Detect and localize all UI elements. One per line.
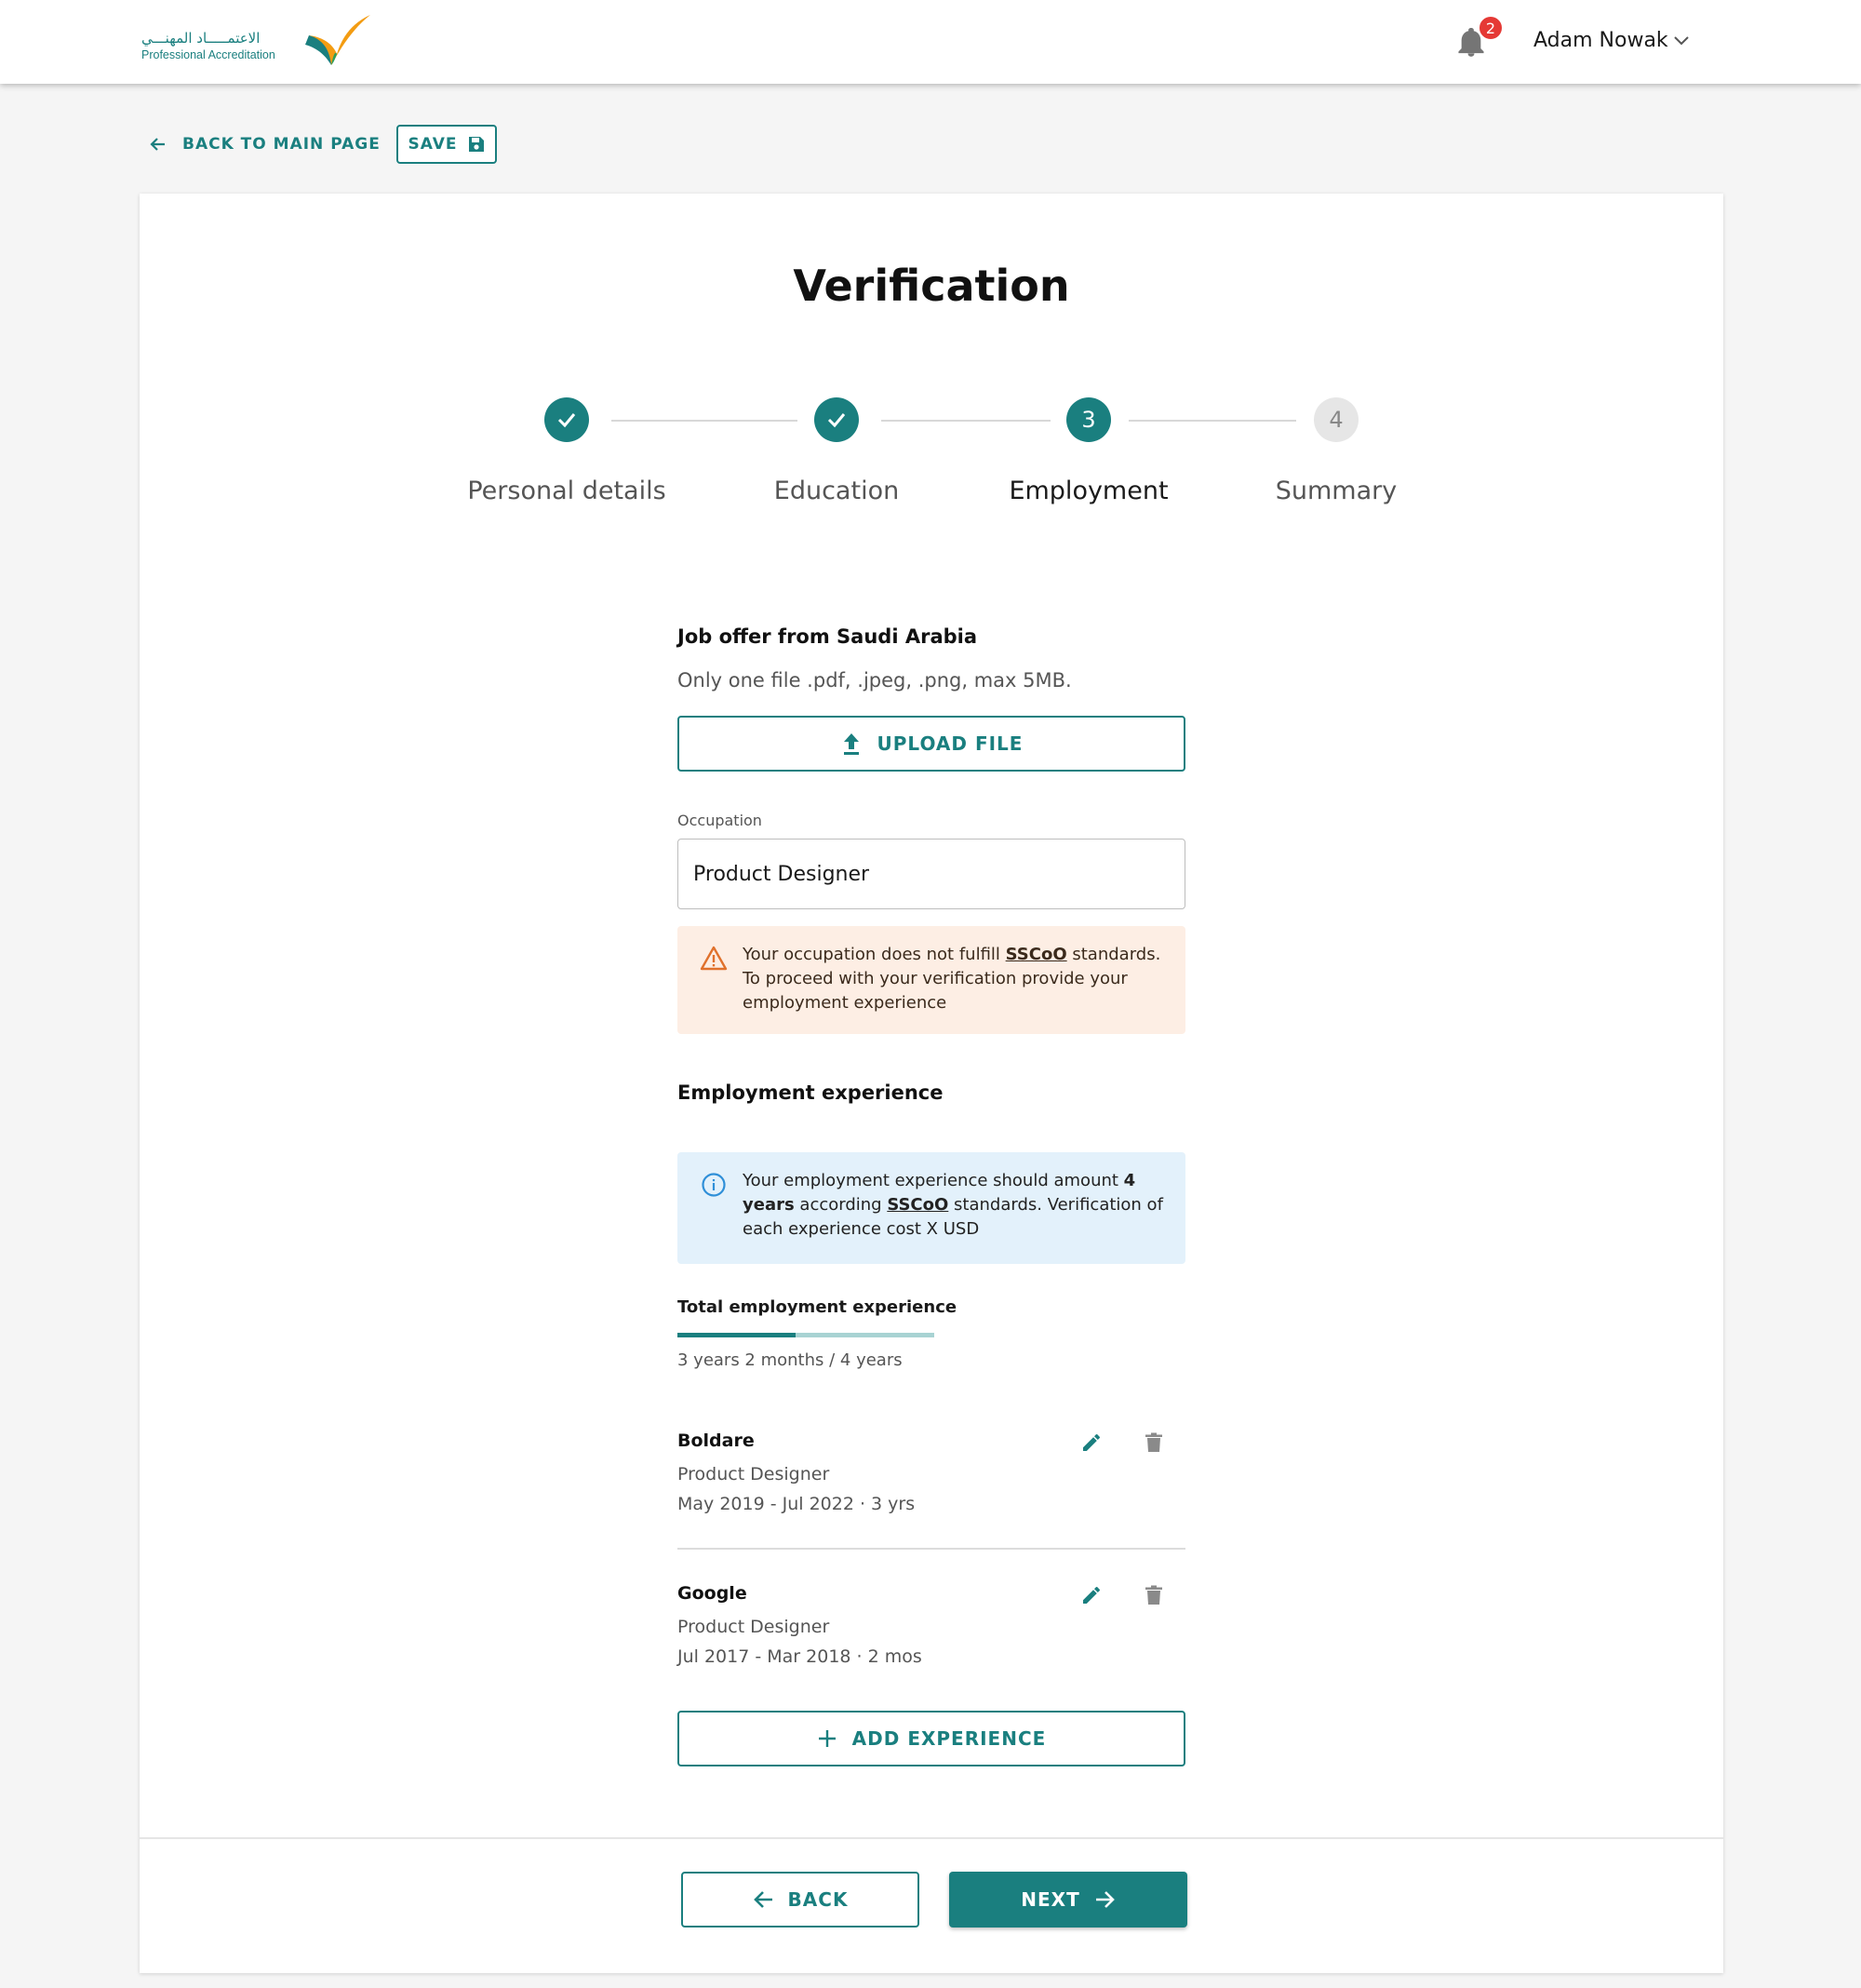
occupation-warning-text: Your occupation does not fulfill SSCoO s… — [743, 943, 1171, 1015]
step-3-active-indicator[interactable]: 3 — [1066, 397, 1111, 442]
arrow-right-icon — [1095, 1891, 1115, 1908]
employment-experience-title: Employment experience — [677, 1081, 944, 1104]
next-button[interactable]: NEXT — [949, 1872, 1187, 1928]
upload-file-button[interactable]: UPLOAD FILE — [677, 716, 1185, 772]
logo-bird-icon — [305, 15, 370, 65]
notification-count-badge: 2 — [1478, 15, 1504, 41]
total-experience-progress-fill — [677, 1333, 796, 1337]
verification-card: Verification 3 4 Personal details Educat… — [140, 194, 1723, 1973]
top-bar: الاعتمـــــاد المهنـــي Professional Acc… — [0, 0, 1861, 84]
save-button[interactable]: SAVE — [396, 125, 497, 164]
back-to-main-page-label: BACK TO MAIN PAGE — [182, 135, 381, 154]
experience-divider — [677, 1548, 1185, 1550]
occupation-label: Occupation — [677, 812, 762, 829]
upload-icon — [843, 733, 859, 755]
occupation-input[interactable]: Product Designer — [677, 839, 1185, 909]
info-text-mid: according — [794, 1195, 888, 1215]
step-2-done-indicator[interactable] — [814, 397, 859, 442]
experience-role: Product Designer — [677, 1617, 830, 1637]
delete-experience-button[interactable] — [1139, 1428, 1169, 1457]
logo-arabic-text: الاعتمـــــاد المهنـــي — [141, 30, 261, 47]
employment-info-text: Your employment experience should amount… — [743, 1169, 1171, 1242]
pencil-icon — [1083, 1434, 1100, 1451]
back-button[interactable]: BACK — [681, 1872, 919, 1928]
arrow-left-icon — [150, 138, 165, 151]
occupation-warning-alert: Your occupation does not fulfill SSCoO s… — [677, 926, 1185, 1034]
total-experience-value: 3 years 2 months / 4 years — [677, 1350, 903, 1370]
arrow-left-icon — [753, 1891, 772, 1908]
edit-experience-button[interactable] — [1077, 1580, 1106, 1610]
logo-english-text: Professional Accreditation — [141, 48, 275, 61]
experience-role: Product Designer — [677, 1464, 830, 1484]
job-offer-hint: Only one file .pdf, .jpeg, .png, max 5MB… — [677, 669, 1072, 692]
job-offer-title: Job offer from Saudi Arabia — [677, 625, 978, 648]
delete-experience-button[interactable] — [1139, 1580, 1169, 1610]
save-label: SAVE — [408, 135, 458, 154]
step-1-done-indicator[interactable] — [544, 397, 589, 442]
upload-file-label: UPLOAD FILE — [877, 732, 1024, 755]
next-label: NEXT — [1021, 1888, 1080, 1911]
user-name[interactable]: Adam Nowak — [1533, 29, 1668, 52]
edit-experience-button[interactable] — [1077, 1428, 1106, 1457]
experience-company: Boldare — [677, 1431, 755, 1451]
add-experience-button[interactable]: ADD EXPERIENCE — [677, 1711, 1185, 1766]
info-text-prefix: Your employment experience should amount — [743, 1171, 1124, 1190]
add-experience-label: ADD EXPERIENCE — [851, 1727, 1047, 1750]
trash-icon — [1145, 1432, 1162, 1452]
page-title: Verification — [793, 261, 1070, 311]
stepper-connector — [1129, 420, 1296, 422]
total-experience-progress — [677, 1333, 934, 1337]
pencil-icon — [1083, 1587, 1100, 1604]
sscoo-link[interactable]: SSCoO — [1006, 945, 1067, 964]
floppy-disk-icon — [468, 137, 484, 152]
trash-icon — [1145, 1585, 1162, 1605]
experience-period: Jul 2017 - Mar 2018 · 2 mos — [677, 1646, 922, 1667]
warning-text-prefix: Your occupation does not fulfill — [743, 945, 1006, 964]
employment-info-alert: Your employment experience should amount… — [677, 1152, 1185, 1264]
back-to-main-page-link[interactable]: BACK TO MAIN PAGE — [149, 130, 381, 158]
total-experience-label: Total employment experience — [677, 1297, 957, 1317]
warning-triangle-icon — [700, 946, 728, 971]
stepper-connector — [611, 420, 797, 422]
back-label: BACK — [787, 1888, 849, 1911]
stepper-connector — [881, 420, 1051, 422]
step-label-education: Education — [773, 477, 900, 505]
info-icon — [702, 1173, 726, 1197]
checkmark-icon — [827, 413, 846, 428]
experience-period: May 2019 - Jul 2022 · 3 yrs — [677, 1494, 916, 1514]
step-label-personal-details: Personal details — [467, 477, 666, 505]
sscoo-link[interactable]: SSCoO — [887, 1195, 948, 1215]
checkmark-icon — [557, 413, 576, 428]
step-label-summary: Summary — [1275, 477, 1398, 505]
footer-divider — [140, 1837, 1723, 1839]
step-label-employment: Employment — [1009, 477, 1169, 505]
step-4-todo-indicator[interactable]: 4 — [1314, 397, 1359, 442]
plus-icon — [818, 1730, 836, 1747]
logo[interactable]: الاعتمـــــاد المهنـــي Professional Acc… — [141, 13, 374, 71]
chevron-down-icon[interactable] — [1672, 32, 1691, 50]
experience-company: Google — [677, 1583, 747, 1604]
